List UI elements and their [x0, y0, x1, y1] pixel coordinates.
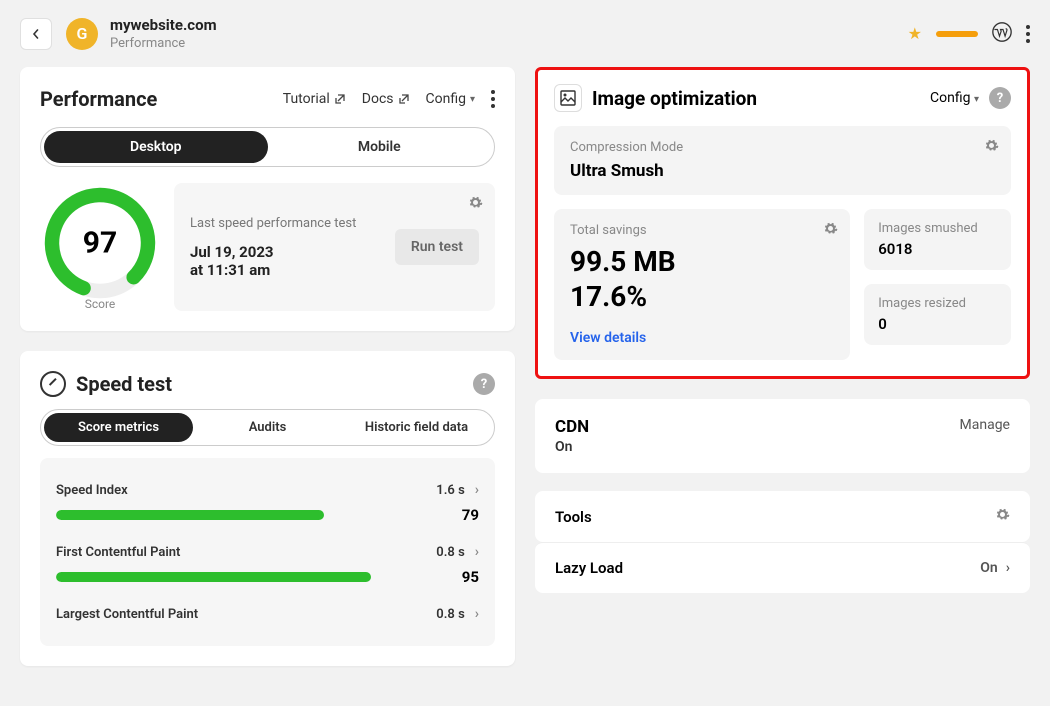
chevron-down-icon: ▾ [470, 94, 475, 105]
metrics-panel: Speed Index 1.6 s › 79 First Contentful P… [40, 458, 495, 646]
compression-mode-box: Compression Mode Ultra Smush [554, 126, 1011, 195]
wordpress-icon[interactable] [992, 22, 1012, 46]
image-optimization-card: Image optimization Config ▾ ? Compressio… [535, 67, 1030, 379]
metric-time: 0.8 s [436, 607, 464, 622]
site-info: mywebsite.com Performance [110, 16, 217, 51]
cdn-status: On [555, 439, 589, 455]
site-avatar: G [66, 18, 98, 50]
breadcrumb: Performance [110, 36, 217, 51]
docs-link[interactable]: Docs [362, 91, 410, 107]
config-dropdown[interactable]: Config ▾ [426, 91, 475, 107]
chevron-right-icon: › [475, 606, 479, 622]
performance-title: Performance [40, 87, 157, 111]
gear-icon[interactable] [995, 507, 1010, 526]
metric-time: 0.8 s [436, 545, 464, 560]
gear-icon[interactable] [823, 221, 838, 240]
last-test-time: at 11:31 am [190, 261, 356, 279]
tools-title: Tools [555, 508, 592, 526]
tools-card: Tools [535, 491, 1030, 542]
metric-name: Largest Contentful Paint [56, 607, 198, 622]
score-value: 97 [83, 226, 117, 261]
speed-tabs: Score metrics Audits Historic field data [40, 409, 495, 446]
tab-mobile[interactable]: Mobile [268, 131, 492, 163]
images-resized-value: 0 [878, 315, 997, 333]
tutorial-link[interactable]: Tutorial [283, 91, 346, 107]
images-smushed-label: Images smushed [878, 221, 997, 236]
image-optimization-title: Image optimization [592, 87, 757, 110]
tab-audits[interactable]: Audits [193, 413, 342, 442]
metric-name: Speed Index [56, 483, 128, 498]
metric-row[interactable]: Speed Index 1.6 s › 79 [56, 472, 479, 534]
lazy-load-title: Lazy Load [555, 559, 623, 577]
metric-score: 95 [462, 568, 479, 586]
back-button[interactable] [20, 18, 52, 50]
lazy-load-value: On [980, 560, 997, 576]
compression-mode-value: Ultra Smush [570, 161, 995, 181]
opt-config-dropdown[interactable]: Config ▾ [930, 90, 979, 106]
metric-row[interactable]: First Contentful Paint 0.8 s › 95 [56, 534, 479, 596]
gear-icon[interactable] [984, 138, 999, 157]
chevron-down-icon: ▾ [974, 94, 979, 105]
last-test-date: Jul 19, 2023 [190, 243, 356, 261]
help-icon[interactable]: ? [473, 373, 495, 395]
device-tabs: Desktop Mobile [40, 127, 495, 167]
view-details-link[interactable]: View details [570, 330, 646, 346]
cdn-manage-link[interactable]: Manage [960, 417, 1010, 433]
last-test-panel: Last speed performance test Jul 19, 2023… [174, 183, 495, 311]
page-header: G mywebsite.com Performance ★ [0, 0, 1050, 67]
performance-card: Performance Tutorial Docs Config ▾ Deskt… [20, 67, 515, 331]
cdn-title: CDN [555, 417, 589, 437]
images-smushed-value: 6018 [878, 240, 997, 258]
savings-mb: 99.5 MB [570, 244, 834, 279]
metric-time: 1.6 s [436, 483, 464, 498]
cdn-card: CDN On Manage [535, 399, 1030, 473]
metric-name: First Contentful Paint [56, 545, 180, 560]
compression-mode-label: Compression Mode [570, 140, 995, 155]
speedometer-icon [40, 371, 66, 397]
speed-test-card: Speed test ? Score metrics Audits Histor… [20, 351, 515, 666]
more-menu-icon[interactable] [1026, 25, 1030, 43]
speed-test-title: Speed test [76, 372, 172, 396]
last-test-label: Last speed performance test [190, 216, 356, 231]
help-icon[interactable]: ? [989, 87, 1011, 109]
metric-score: 79 [462, 506, 479, 524]
chevron-right-icon: › [1006, 560, 1010, 576]
star-icon[interactable]: ★ [908, 24, 922, 43]
metric-row[interactable]: Largest Contentful Paint 0.8 s › [56, 596, 479, 632]
images-smushed-box: Images smushed 6018 [864, 209, 1011, 270]
tab-score-metrics[interactable]: Score metrics [44, 413, 193, 442]
savings-pct: 17.6% [570, 279, 834, 314]
run-test-button[interactable]: Run test [395, 229, 479, 265]
status-bar-icon [936, 31, 978, 37]
savings-label: Total savings [570, 223, 834, 238]
gear-icon[interactable] [468, 195, 483, 214]
card-more-icon[interactable] [491, 90, 495, 108]
tab-desktop[interactable]: Desktop [44, 131, 268, 163]
total-savings-box: Total savings 99.5 MB 17.6% View details [554, 209, 850, 360]
lazy-load-row[interactable]: Lazy Load On › [535, 542, 1030, 593]
chevron-right-icon: › [475, 482, 479, 498]
chevron-right-icon: › [475, 544, 479, 560]
tab-history[interactable]: Historic field data [342, 413, 491, 442]
score-gauge: 97 [40, 183, 160, 303]
images-resized-label: Images resized [878, 296, 997, 311]
images-resized-box: Images resized 0 [864, 284, 1011, 345]
image-icon [554, 84, 582, 112]
site-name: mywebsite.com [110, 16, 217, 34]
